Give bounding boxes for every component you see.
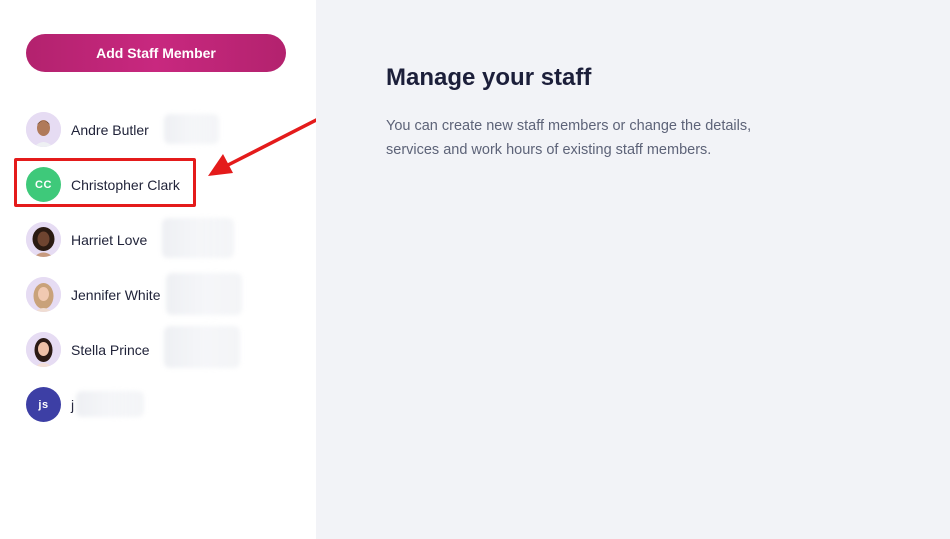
staff-name: Stella Prince — [71, 341, 150, 358]
person-photo-icon — [26, 332, 61, 367]
list-item[interactable]: Stella Prince — [26, 326, 316, 368]
avatar-initials: js — [38, 398, 49, 411]
person-photo-icon — [26, 112, 61, 147]
list-item[interactable]: Jennifer White — [26, 273, 316, 315]
page-description: You can create new staff members or chan… — [386, 118, 752, 158]
page-title: Manage your staff — [386, 64, 592, 91]
list-item[interactable]: js j — [26, 387, 316, 422]
list-item[interactable]: Andre Butler — [26, 112, 316, 147]
avatar — [26, 112, 61, 147]
person-photo-icon — [26, 222, 61, 257]
avatar — [26, 332, 61, 367]
staff-name: Andre Butler — [71, 121, 149, 138]
redacted-info — [76, 391, 144, 417]
staff-name: j — [71, 396, 75, 413]
redacted-info — [164, 326, 240, 368]
redacted-info — [162, 218, 234, 258]
staff-sidebar: Add Staff Member Andre Butler CC Christo… — [0, 0, 316, 539]
staff-name: Harriet Love — [71, 231, 148, 248]
redacted-info — [164, 114, 219, 144]
staff-name: Jennifer White — [71, 286, 161, 303]
redacted-info — [166, 273, 242, 315]
avatar — [26, 277, 61, 312]
avatar: js — [26, 387, 61, 422]
person-photo-icon — [26, 277, 61, 312]
add-staff-member-button[interactable]: Add Staff Member — [26, 34, 286, 72]
avatar — [26, 222, 61, 257]
list-item[interactable]: Harriet Love — [26, 218, 316, 258]
annotation-highlight-box — [14, 158, 196, 207]
